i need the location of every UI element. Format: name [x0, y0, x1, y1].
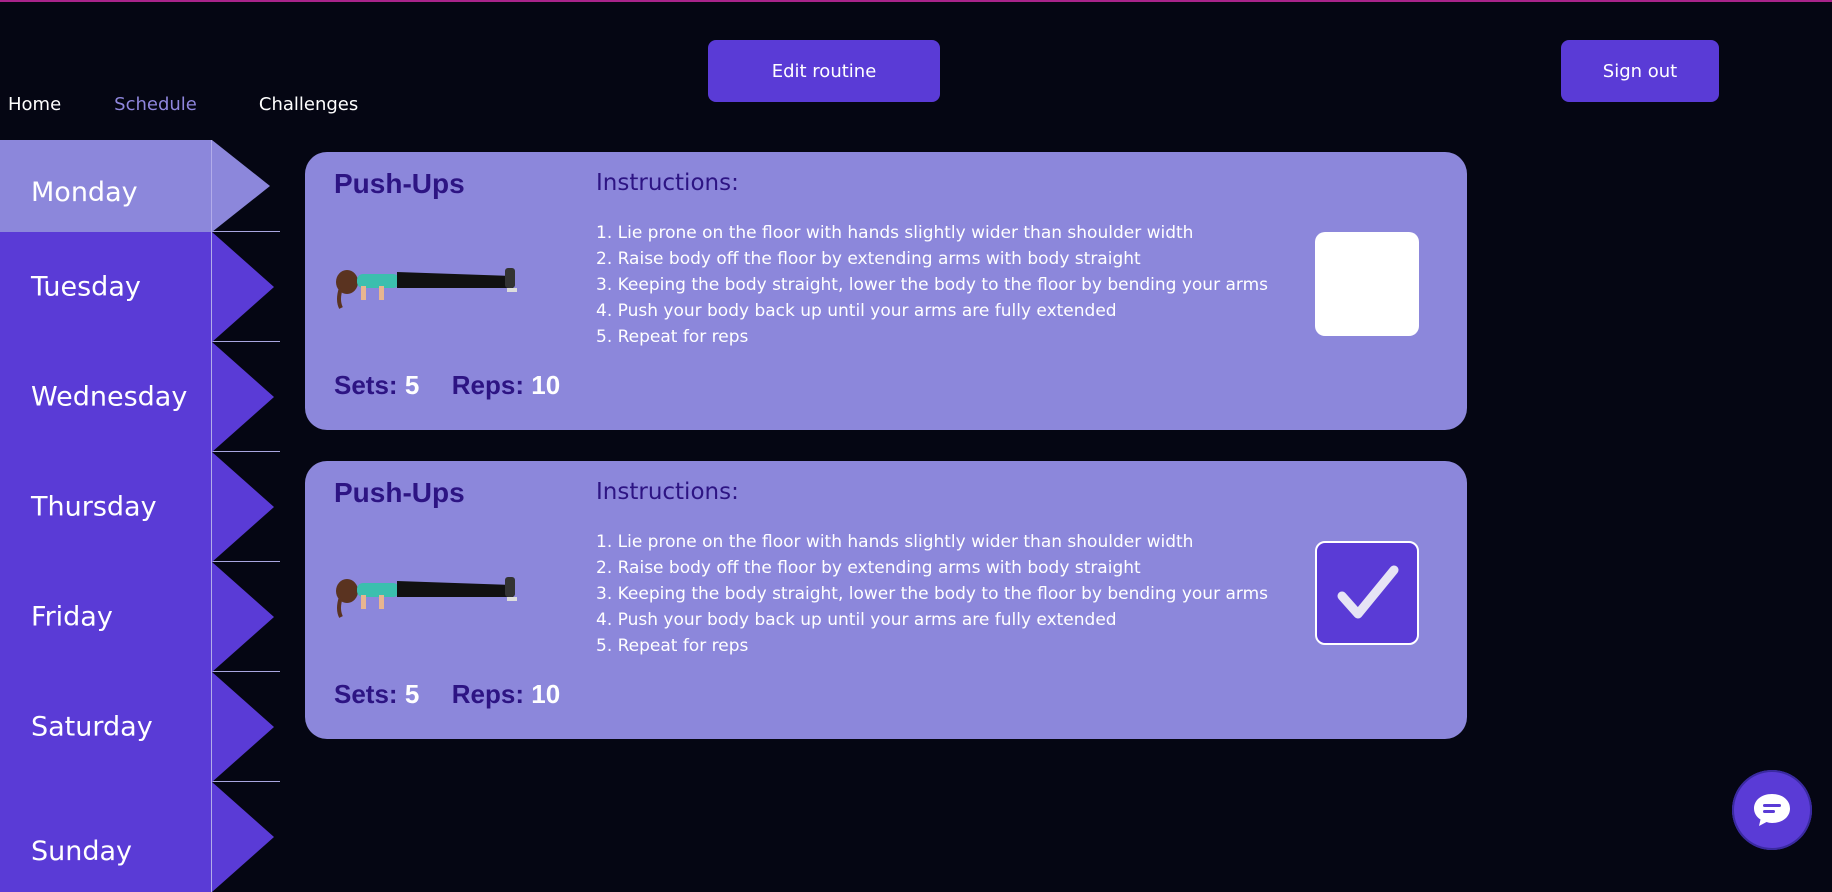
exercise-card: Push-Ups Sets: 5 Reps: 10 Instructions: … — [305, 461, 1467, 739]
instruction-step: 3. Keeping the body straight, lower the … — [596, 275, 1268, 295]
instruction-step: 1. Lie prone on the floor with hands sli… — [596, 532, 1194, 552]
exercise-title: Push-Ups — [334, 168, 465, 199]
sign-out-button[interactable]: Sign out — [1561, 40, 1719, 102]
day-label: Thursday — [31, 491, 157, 522]
top-accent-line — [0, 0, 1832, 2]
sets-label: Sets: — [334, 679, 398, 709]
exercise-title: Push-Ups — [334, 477, 465, 508]
checkmark-icon — [1337, 565, 1399, 619]
chat-button[interactable] — [1732, 770, 1812, 850]
day-label: Tuesday — [31, 271, 141, 302]
sets-label: Sets: — [334, 370, 398, 400]
instructions-heading: Instructions: — [596, 170, 739, 196]
day-tab-saturday[interactable]: Saturday — [0, 672, 280, 782]
nav-home[interactable]: Home — [8, 94, 61, 115]
day-label: Sunday — [31, 836, 133, 867]
day-sidebar: Monday Tuesday Wednesday Thursday Friday… — [0, 140, 280, 892]
day-label: Wednesday — [31, 381, 188, 412]
day-tab-monday[interactable]: Monday — [0, 140, 280, 232]
reps-value: 10 — [531, 370, 561, 400]
instructions-heading: Instructions: — [596, 479, 739, 505]
day-tab-thursday[interactable]: Thursday — [0, 452, 280, 562]
sets-value: 5 — [404, 679, 420, 709]
instructions-list: 1. Lie prone on the floor with hands sli… — [596, 529, 1268, 659]
day-tab-wednesday[interactable]: Wednesday — [0, 342, 280, 452]
chat-icon — [1754, 794, 1790, 826]
edit-routine-button[interactable]: Edit routine — [708, 40, 940, 102]
day-label: Saturday — [31, 711, 153, 742]
pushup-figure-icon — [336, 577, 517, 618]
instruction-step: 4. Push your body back up until your arm… — [596, 301, 1117, 321]
nav-schedule[interactable]: Schedule — [114, 94, 197, 115]
instruction-step: 4. Push your body back up until your arm… — [596, 610, 1117, 630]
instruction-step: 1. Lie prone on the floor with hands sli… — [596, 223, 1194, 243]
instruction-step: 2. Raise body off the floor by extending… — [596, 558, 1141, 578]
exercise-stats: Sets: 5 Reps: 10 — [334, 679, 560, 710]
instruction-step: 2. Raise body off the floor by extending… — [596, 249, 1141, 269]
reps-label: Reps: — [451, 370, 524, 400]
exercise-stats: Sets: 5 Reps: 10 — [334, 370, 560, 401]
reps-value: 10 — [531, 679, 561, 709]
instruction-step: 3. Keeping the body straight, lower the … — [596, 584, 1268, 604]
exercise-card: Push-Ups Sets: 5 Reps: 10 Instructions: … — [305, 152, 1467, 430]
day-tab-friday[interactable]: Friday — [0, 562, 280, 672]
day-label: Monday — [31, 177, 138, 208]
reps-label: Reps: — [451, 679, 524, 709]
sets-value: 5 — [404, 370, 420, 400]
completion-checkbox[interactable] — [1315, 232, 1419, 336]
completion-checkbox[interactable] — [1315, 541, 1419, 645]
instructions-list: 1. Lie prone on the floor with hands sli… — [596, 220, 1268, 350]
nav-challenges[interactable]: Challenges — [259, 94, 358, 115]
day-tab-sunday[interactable]: Sunday — [0, 782, 280, 892]
day-tab-tuesday[interactable]: Tuesday — [0, 232, 280, 342]
instruction-step: 5. Repeat for reps — [596, 636, 749, 656]
main-nav: Home Schedule Challenges — [8, 94, 358, 115]
day-label: Friday — [31, 601, 113, 632]
pushup-figure-icon — [336, 268, 517, 309]
instruction-step: 5. Repeat for reps — [596, 327, 749, 347]
